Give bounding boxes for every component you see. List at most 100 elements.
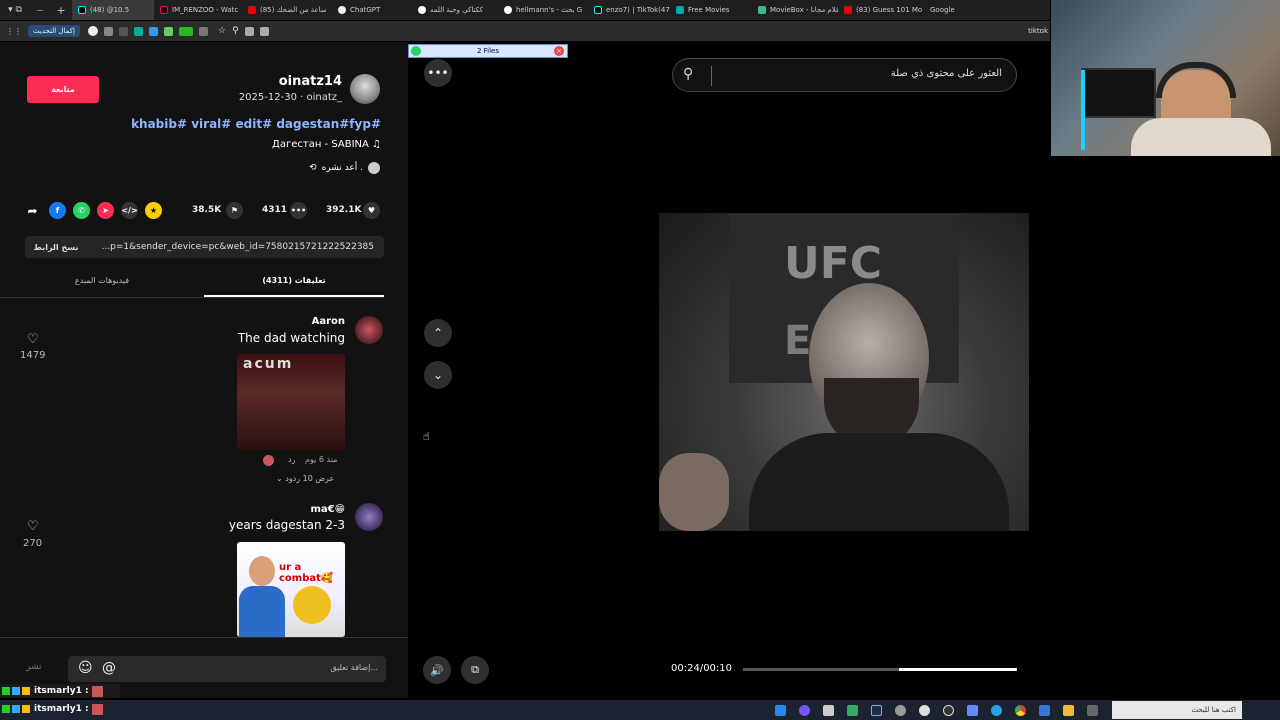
comments-count: 4311 bbox=[262, 205, 288, 215]
tab-comments[interactable]: تعليقات (4311) bbox=[204, 276, 384, 285]
comment-avatar[interactable] bbox=[355, 503, 383, 531]
like-heart-icon[interactable]: ♡ bbox=[27, 332, 39, 347]
search-bar[interactable]: ⚲ العثور على محتوى ذي صلة bbox=[672, 58, 1017, 92]
new-tab-button[interactable]: + bbox=[50, 4, 72, 17]
chrome-icon[interactable] bbox=[1015, 704, 1026, 716]
emoji-icon[interactable]: ☺ bbox=[78, 660, 93, 676]
previous-video-button[interactable]: ⌃ bbox=[424, 319, 452, 347]
gift-icon[interactable]: ★ bbox=[145, 202, 162, 219]
bookmark-icon[interactable]: ⚑ bbox=[226, 202, 243, 219]
app-icon[interactable] bbox=[919, 704, 930, 716]
comment-image[interactable]: ur a combat🥰 bbox=[237, 542, 345, 637]
obs-icon[interactable] bbox=[943, 704, 954, 716]
chat-username: itsmarly1 : bbox=[34, 686, 89, 696]
tab-1[interactable]: IM_RENZOO - Watc bbox=[154, 0, 242, 20]
reposter-avatar bbox=[368, 162, 380, 174]
post-link[interactable]: ...p=1&sender_device=pc&web_id=758021572… bbox=[87, 242, 384, 252]
follow-button[interactable]: متابعة bbox=[27, 76, 99, 103]
ball-graphic bbox=[293, 586, 331, 624]
extension-icon[interactable] bbox=[103, 26, 113, 36]
app-icon[interactable] bbox=[847, 704, 858, 716]
post-hashtags[interactable]: khabib# viral# edit# dagestan#fyp# bbox=[100, 117, 381, 131]
mention-icon[interactable]: @ bbox=[102, 660, 116, 676]
video-progress-bar[interactable] bbox=[743, 668, 1017, 671]
minimize-icon[interactable]: — bbox=[30, 6, 50, 14]
copy-link-button[interactable]: نسخ الرابط bbox=[25, 243, 87, 252]
edge-icon[interactable] bbox=[991, 704, 1002, 716]
extension-icon[interactable] bbox=[133, 26, 143, 36]
close-icon[interactable]: × bbox=[554, 46, 564, 56]
files-popup[interactable]: 2 Files × bbox=[408, 44, 568, 58]
steam-icon[interactable] bbox=[871, 704, 882, 716]
reply-button[interactable]: رد bbox=[288, 455, 295, 464]
comment-username[interactable]: Aaron bbox=[240, 316, 345, 327]
tab-0[interactable]: (48) ‎@10.5 bbox=[72, 0, 154, 20]
file-explorer-icon[interactable] bbox=[1063, 704, 1074, 716]
picture-in-picture-button[interactable]: ⧉ bbox=[461, 656, 489, 684]
next-video-button[interactable]: ⌄ bbox=[424, 361, 452, 389]
repost-row[interactable]: ⟲ أعد نشره . bbox=[280, 160, 380, 176]
shirt-graphic bbox=[239, 586, 285, 637]
creator-username[interactable]: oinatz14 bbox=[240, 74, 342, 89]
tab-10[interactable]: Google bbox=[924, 0, 974, 20]
google-icon bbox=[418, 6, 426, 14]
calculator-icon[interactable] bbox=[1087, 704, 1098, 716]
search-icon[interactable]: ⚲ bbox=[683, 66, 693, 82]
like-heart-icon[interactable]: ♡ bbox=[27, 519, 39, 534]
taskbar-search-text: اكتب هنا للبحث bbox=[1191, 706, 1236, 714]
taskbar-search[interactable]: اكتب هنا للبحث bbox=[1112, 701, 1242, 719]
extension-icon[interactable] bbox=[148, 26, 158, 36]
tab-6[interactable]: enzo7) | TikTok(47) bbox=[588, 0, 670, 20]
complete-update-button[interactable]: إكمال التحديث bbox=[28, 25, 80, 37]
app-icon[interactable] bbox=[775, 704, 786, 716]
grid-icon[interactable]: ⋮⋮ bbox=[6, 27, 22, 36]
comment-icon[interactable]: ••• bbox=[290, 202, 307, 219]
heart-icon[interactable]: ♥ bbox=[363, 202, 380, 219]
badge-icon bbox=[12, 687, 20, 695]
tab-8[interactable]: MovieBox - الأفلام مجانا bbox=[752, 0, 838, 20]
video-frame[interactable]: UFC ES bbox=[659, 213, 1029, 531]
extension-icon[interactable] bbox=[259, 26, 269, 36]
star-icon[interactable]: ☆ bbox=[218, 26, 226, 36]
url-text: tiktok bbox=[1028, 27, 1048, 35]
action-row: ➦ f ✆ ➤ </> ★ 38.5K ⚑ 4311 ••• 392.1K ♥ bbox=[24, 200, 384, 222]
settings-icon[interactable] bbox=[895, 704, 906, 716]
more-options-button[interactable]: ••• bbox=[424, 59, 452, 87]
store-icon[interactable] bbox=[1039, 704, 1050, 716]
tab-list-icon[interactable]: ▾ ⧉ bbox=[0, 5, 30, 15]
tab-3[interactable]: ChatGPT bbox=[332, 0, 412, 20]
profile-icon[interactable] bbox=[87, 26, 98, 36]
telegram-icon[interactable]: ➤ bbox=[97, 202, 114, 219]
comment-image[interactable]: acum bbox=[237, 354, 345, 450]
volume-button[interactable]: 🔊 bbox=[423, 656, 451, 684]
facebook-icon[interactable]: f bbox=[49, 202, 66, 219]
share-arrow-icon[interactable]: ➦ bbox=[24, 202, 41, 219]
tab-4[interactable]: ككتاكي وجبة اللمه bbox=[412, 0, 498, 20]
app-icon[interactable] bbox=[823, 704, 834, 716]
tab-creator-videos[interactable]: فيديوهات المبدع bbox=[0, 276, 204, 285]
browser-toolbar: ⋮⋮ إكمال التحديث ☆ ⚲ tiktok bbox=[0, 21, 1050, 41]
music-row[interactable]: Дагестан - SABINA ♫ bbox=[200, 139, 381, 150]
extension-icon[interactable]: ⚲ bbox=[232, 26, 239, 36]
comment-input[interactable]: ☺ @ إضافة تعليق... bbox=[68, 656, 386, 682]
extension-icon[interactable] bbox=[163, 26, 173, 36]
tab-2[interactable]: (85) ساعة من الضحك bbox=[242, 0, 332, 20]
whatsapp-icon[interactable]: ✆ bbox=[73, 202, 90, 219]
view-replies-button[interactable]: ⌄ عرض 10 ردود bbox=[276, 474, 334, 483]
comment-username[interactable]: ma€😁 bbox=[240, 504, 345, 515]
creator-avatar[interactable] bbox=[350, 74, 380, 104]
search-divider bbox=[711, 66, 712, 86]
tab-5[interactable]: hellmann's - بحث G bbox=[498, 0, 588, 20]
comment-avatar[interactable] bbox=[355, 316, 383, 344]
post-comment-button[interactable]: نشر bbox=[26, 662, 42, 672]
extension-icon[interactable] bbox=[118, 26, 128, 36]
tab-7[interactable]: Free Movies bbox=[670, 0, 752, 20]
app-icon[interactable] bbox=[967, 704, 978, 716]
embed-icon[interactable]: </> bbox=[121, 202, 138, 219]
extension-icon[interactable] bbox=[244, 26, 254, 36]
tab-9[interactable]: (83) Guess 101 Mo bbox=[838, 0, 924, 20]
app-icon[interactable] bbox=[799, 704, 810, 716]
extension-icon[interactable] bbox=[178, 26, 193, 36]
extension-icon[interactable] bbox=[198, 26, 208, 36]
badge-icon bbox=[12, 705, 20, 713]
